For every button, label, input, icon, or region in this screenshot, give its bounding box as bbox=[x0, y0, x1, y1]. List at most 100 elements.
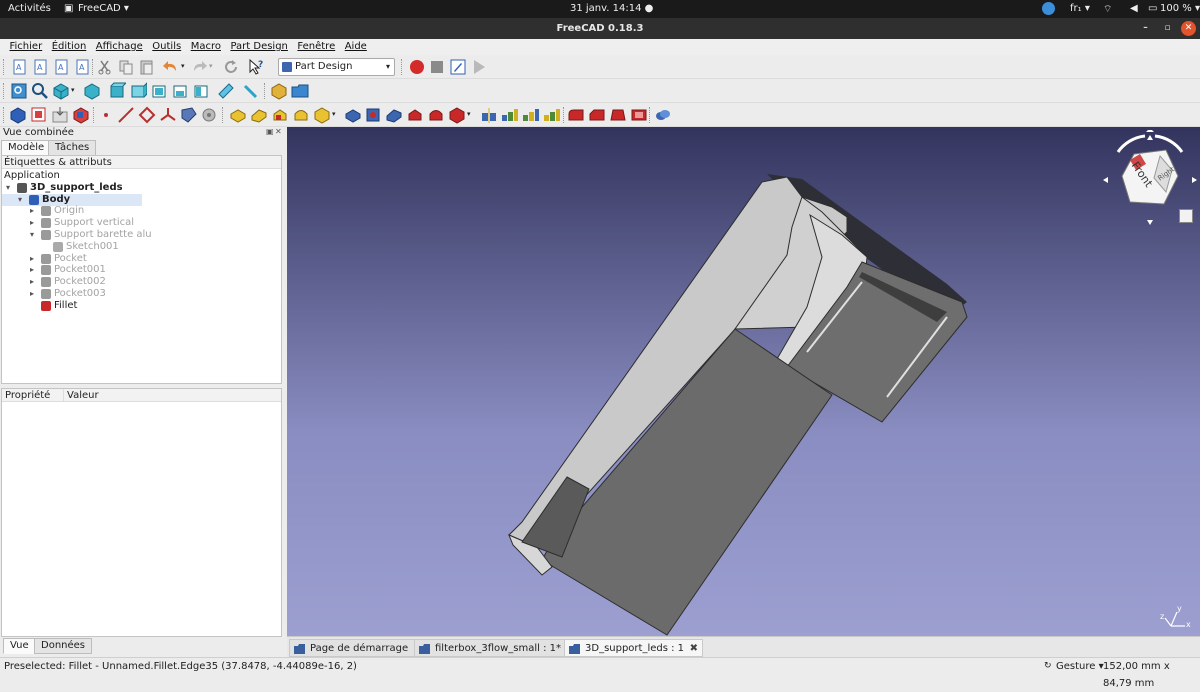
view-rear-icon[interactable] bbox=[150, 82, 168, 100]
tab-modele[interactable]: Modèle bbox=[1, 140, 52, 156]
macro-stop-icon[interactable] bbox=[428, 58, 446, 76]
menu-fenetre[interactable]: Fenêtre bbox=[294, 39, 338, 55]
property-column-header[interactable]: Propriété bbox=[5, 389, 50, 402]
3d-viewport[interactable]: Front Right x y z bbox=[287, 127, 1200, 636]
subtractive-dropdown-icon[interactable]: ▾ bbox=[467, 110, 471, 118]
pan-left-icon[interactable] bbox=[1103, 177, 1108, 183]
chevron-right-icon[interactable]: ▸ bbox=[30, 264, 34, 276]
pad-icon[interactable] bbox=[229, 106, 247, 124]
rotate-right-arrow-icon[interactable] bbox=[1154, 134, 1184, 153]
create-sketch-icon[interactable] bbox=[30, 106, 48, 124]
menu-macro[interactable]: Macro bbox=[188, 39, 224, 55]
save-document-icon[interactable]: A bbox=[53, 58, 71, 76]
tab-taches[interactable]: Tâches bbox=[48, 140, 97, 156]
chevron-right-icon[interactable]: ▸ bbox=[30, 217, 34, 229]
tab-donnees[interactable]: Données bbox=[34, 638, 93, 654]
close-panel-icon[interactable]: ✕ bbox=[275, 127, 282, 136]
undo-icon[interactable] bbox=[162, 58, 180, 76]
additive-pipe-icon[interactable] bbox=[292, 106, 310, 124]
paste-icon[interactable] bbox=[138, 58, 156, 76]
clock[interactable]: 31 janv. 14:14 ● bbox=[570, 3, 653, 14]
navigation-cube[interactable]: Front Right bbox=[1100, 128, 1200, 230]
fillet-icon[interactable] bbox=[567, 106, 585, 124]
menu-affichage[interactable]: Affichage bbox=[93, 39, 146, 55]
chevron-down-icon[interactable]: ▾ bbox=[18, 194, 22, 206]
chevron-down-icon[interactable]: ▾ bbox=[30, 229, 34, 241]
tree-item[interactable]: ▸ Support vertical bbox=[2, 217, 281, 229]
navigation-style-selector[interactable]: Gesture ▾ bbox=[1056, 658, 1104, 675]
linear-pattern-icon[interactable] bbox=[501, 106, 519, 124]
groove-icon[interactable] bbox=[385, 106, 403, 124]
macro-record-icon[interactable] bbox=[408, 58, 426, 76]
tree-item[interactable]: ▾ Support barette alu bbox=[2, 229, 281, 241]
isometric-view-icon[interactable] bbox=[52, 82, 70, 100]
chamfer-icon[interactable] bbox=[588, 106, 606, 124]
cut-icon[interactable] bbox=[96, 58, 114, 76]
clone-icon[interactable] bbox=[200, 106, 218, 124]
pan-down-icon[interactable] bbox=[1147, 220, 1153, 225]
view-top-icon[interactable] bbox=[108, 82, 126, 100]
view-bottom-icon[interactable] bbox=[171, 82, 189, 100]
language-indicator[interactable]: fr₁ ▾ bbox=[1070, 3, 1090, 14]
tree-item[interactable]: Fillet bbox=[2, 300, 281, 312]
tree-item[interactable]: ▾ 3D_support_leds bbox=[2, 182, 281, 194]
tree-item[interactable]: ▸ Origin bbox=[2, 205, 281, 217]
tree-item[interactable]: ▸ Pocket003 bbox=[2, 288, 281, 300]
redo-dropdown-icon[interactable]: ▾ bbox=[209, 62, 213, 70]
hole-icon[interactable] bbox=[364, 106, 382, 124]
undo-dropdown-icon[interactable]: ▾ bbox=[181, 62, 185, 70]
boolean-icon[interactable] bbox=[654, 106, 672, 124]
thickness-icon[interactable] bbox=[630, 106, 648, 124]
print-icon[interactable]: A bbox=[74, 58, 92, 76]
additive-primitive-icon[interactable] bbox=[313, 106, 331, 124]
chevron-right-icon[interactable]: ▸ bbox=[30, 288, 34, 300]
network-icon[interactable]: ⌔ bbox=[1103, 3, 1112, 16]
view-left-icon[interactable] bbox=[192, 82, 210, 100]
whats-this-icon[interactable]: ? bbox=[247, 58, 265, 76]
view-front-icon[interactable] bbox=[83, 82, 101, 100]
part-icon[interactable] bbox=[270, 82, 288, 100]
open-document-icon[interactable]: A bbox=[32, 58, 50, 76]
value-column-header[interactable]: Valeur bbox=[67, 389, 99, 402]
tree-item[interactable]: ▸ Pocket002 bbox=[2, 276, 281, 288]
doc-tab-start-page[interactable]: Page de démarrage ✖ bbox=[289, 639, 428, 657]
close-button[interactable]: ✕ bbox=[1181, 21, 1196, 36]
shape-binder-icon[interactable] bbox=[180, 106, 198, 124]
measure-icon[interactable] bbox=[217, 82, 235, 100]
subtractive-pipe-icon[interactable] bbox=[427, 106, 445, 124]
doc-tab-3d-support-leds[interactable]: 3D_support_leds : 1 ✖ bbox=[564, 639, 704, 657]
draft-icon[interactable] bbox=[609, 106, 627, 124]
volume-icon[interactable]: ◀ bbox=[1130, 3, 1138, 14]
polar-pattern-icon[interactable] bbox=[522, 106, 540, 124]
map-sketch-icon[interactable] bbox=[72, 106, 90, 124]
validate-sketch-icon[interactable] bbox=[51, 106, 69, 124]
multi-transform-icon[interactable] bbox=[543, 106, 561, 124]
app-menu[interactable]: FreeCAD ▾ bbox=[78, 3, 129, 14]
tree-item[interactable]: ▸ Pocket001 bbox=[2, 264, 281, 276]
datum-point-icon[interactable] bbox=[97, 106, 115, 124]
view-dropdown-icon[interactable]: ▾ bbox=[71, 86, 75, 94]
revolution-icon[interactable] bbox=[250, 106, 268, 124]
workbench-selector[interactable]: Part Design ▾ bbox=[278, 58, 395, 76]
pocket-icon[interactable] bbox=[344, 106, 362, 124]
ruler-icon[interactable] bbox=[242, 82, 260, 100]
chevron-right-icon[interactable]: ▸ bbox=[30, 205, 34, 217]
pan-up-icon[interactable] bbox=[1147, 135, 1153, 140]
view-right-icon[interactable] bbox=[129, 82, 147, 100]
menu-fichier[interactable]: Fichier bbox=[7, 39, 46, 55]
3d-model-view[interactable] bbox=[287, 127, 1200, 636]
local-cs-icon[interactable] bbox=[159, 106, 177, 124]
new-document-icon[interactable]: A bbox=[11, 58, 29, 76]
macro-edit-icon[interactable] bbox=[449, 58, 467, 76]
float-panel-icon[interactable]: ▣ bbox=[266, 127, 274, 136]
datum-plane-icon[interactable] bbox=[138, 106, 156, 124]
doc-tab-filterbox[interactable]: filterbox_3flow_small : 1* ✖ bbox=[414, 639, 581, 657]
create-body-icon[interactable] bbox=[9, 106, 27, 124]
datum-line-icon[interactable] bbox=[117, 106, 135, 124]
tree-item[interactable]: ▸ Pocket bbox=[2, 253, 281, 265]
subtractive-primitive-icon[interactable] bbox=[448, 106, 466, 124]
redo-icon[interactable] bbox=[190, 58, 208, 76]
menu-aide[interactable]: Aide bbox=[342, 39, 370, 55]
copy-icon[interactable] bbox=[117, 58, 135, 76]
fit-selection-icon[interactable] bbox=[31, 82, 49, 100]
